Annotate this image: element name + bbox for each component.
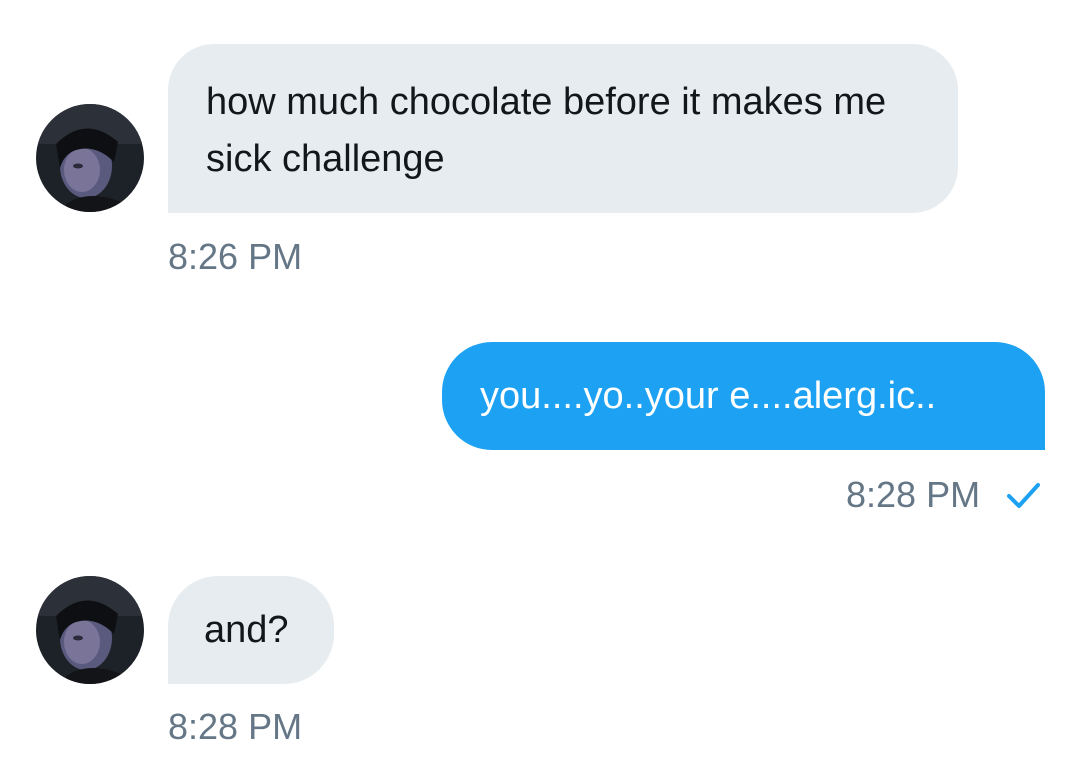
incoming-message-bubble[interactable]: and?: [168, 576, 334, 684]
message-text: how much chocolate before it makes me si…: [206, 81, 897, 180]
avatar-portrait-image: [36, 576, 144, 684]
avatar-portrait-image: [36, 104, 144, 212]
message-timestamp: 8:28 PM: [168, 706, 303, 747]
checkmark-icon: [1004, 478, 1044, 514]
contact-avatar[interactable]: [36, 104, 144, 212]
contact-avatar[interactable]: [36, 576, 144, 684]
message-timestamp: 8:26 PM: [168, 236, 303, 277]
message-text: you....yo..your e....alerg.ic..: [480, 375, 937, 417]
outgoing-message-bubble[interactable]: you....yo..your e....alerg.ic..: [442, 342, 1045, 450]
message-timestamp: 8:28 PM: [846, 474, 981, 515]
incoming-message-bubble[interactable]: how much chocolate before it makes me si…: [168, 44, 958, 213]
message-text: and?: [204, 609, 289, 651]
